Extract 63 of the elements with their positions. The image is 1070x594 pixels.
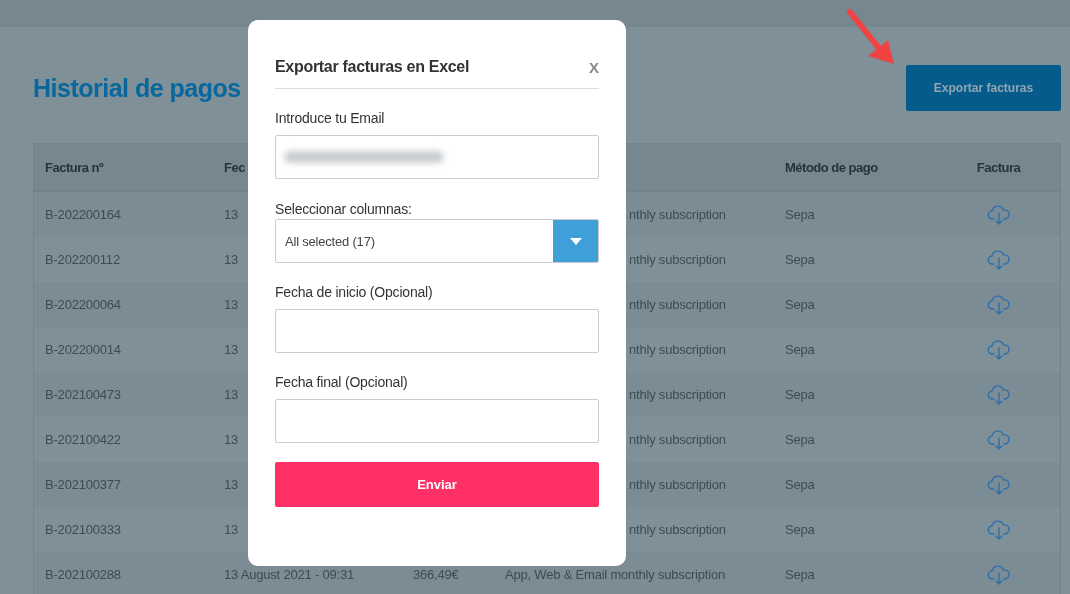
- cloud-download-icon[interactable]: [986, 563, 1011, 586]
- table-cell: Sepa: [785, 207, 815, 222]
- table-cell: B-202100377: [45, 477, 121, 492]
- columns-dropdown[interactable]: All selected (17): [275, 219, 599, 263]
- page-title: Historial de pagos: [33, 73, 241, 103]
- cloud-download-icon[interactable]: [986, 338, 1011, 361]
- table-cell: Sepa: [785, 477, 815, 492]
- column-header: Factura nº: [45, 159, 104, 175]
- table-cell: 13: [224, 342, 239, 357]
- table-cell: 366,49€: [413, 567, 459, 582]
- cloud-download-icon[interactable]: [986, 428, 1011, 451]
- cloud-download-icon[interactable]: [986, 293, 1011, 316]
- table-cell: nthly subscription: [629, 297, 726, 312]
- table-cell: Sepa: [785, 567, 815, 582]
- field-label: Seleccionar columnas:: [275, 201, 413, 217]
- table-cell: 13: [224, 522, 239, 537]
- table-cell: nthly subscription: [629, 432, 726, 447]
- table-cell: 13: [224, 297, 239, 312]
- table-cell: nthly subscription: [629, 477, 726, 492]
- cloud-download-icon[interactable]: [986, 203, 1011, 226]
- column-header: Fec: [224, 159, 245, 175]
- cloud-download-icon[interactable]: [986, 518, 1011, 541]
- table-cell: 13: [224, 432, 239, 447]
- field-label: Fecha de inicio (Opcional): [275, 284, 434, 300]
- table-cell: Sepa: [785, 432, 815, 447]
- email-field[interactable]: [275, 135, 599, 179]
- table-cell: nthly subscription: [629, 522, 726, 537]
- table-cell: nthly subscription: [629, 252, 726, 267]
- table-cell: Sepa: [785, 342, 815, 357]
- export-button[interactable]: Exportar facturas: [906, 65, 1061, 111]
- table-cell: Sepa: [785, 297, 815, 312]
- column-header: Método de pago: [785, 159, 878, 175]
- table-cell: B-202100422: [45, 432, 121, 447]
- field-label: Introduce tu Email: [275, 110, 386, 126]
- modal-title: Exportar facturas en Excel: [275, 58, 470, 76]
- table-cell: B-202100333: [45, 522, 121, 537]
- table-cell: B-202200164: [45, 207, 121, 222]
- table-cell: B-202100288: [45, 567, 121, 582]
- table-cell: 13: [224, 387, 239, 402]
- table-cell: 13 August 2021 - 09:31: [224, 567, 355, 582]
- submit-button[interactable]: Enviar: [275, 462, 599, 507]
- table-cell: nthly subscription: [629, 342, 726, 357]
- table-cell: 13: [224, 207, 239, 222]
- table-cell: Sepa: [785, 387, 815, 402]
- table-cell: B-202200112: [45, 252, 120, 267]
- table-cell: nthly subscription: [629, 387, 726, 402]
- table-cell: Sepa: [785, 522, 815, 537]
- table-cell: Sepa: [785, 252, 815, 267]
- table-cell: nthly subscription: [629, 207, 726, 222]
- table-cell: App, Web & Email monthly subscription: [505, 567, 725, 582]
- table-cell: B-202200014: [45, 342, 121, 357]
- cloud-download-icon[interactable]: [986, 248, 1011, 271]
- field-label: Fecha final (Opcional): [275, 374, 409, 390]
- table-cell: B-202100473: [45, 387, 121, 402]
- cloud-download-icon[interactable]: [986, 473, 1011, 496]
- cloud-download-icon[interactable]: [986, 383, 1011, 406]
- column-header: Factura: [976, 159, 1021, 175]
- table-cell: 13: [224, 477, 239, 492]
- table-cell: 13: [224, 252, 239, 267]
- date-field[interactable]: [275, 399, 599, 443]
- close-button[interactable]: X: [589, 58, 599, 76]
- date-field[interactable]: [275, 309, 599, 353]
- table-cell: B-202200064: [45, 297, 121, 312]
